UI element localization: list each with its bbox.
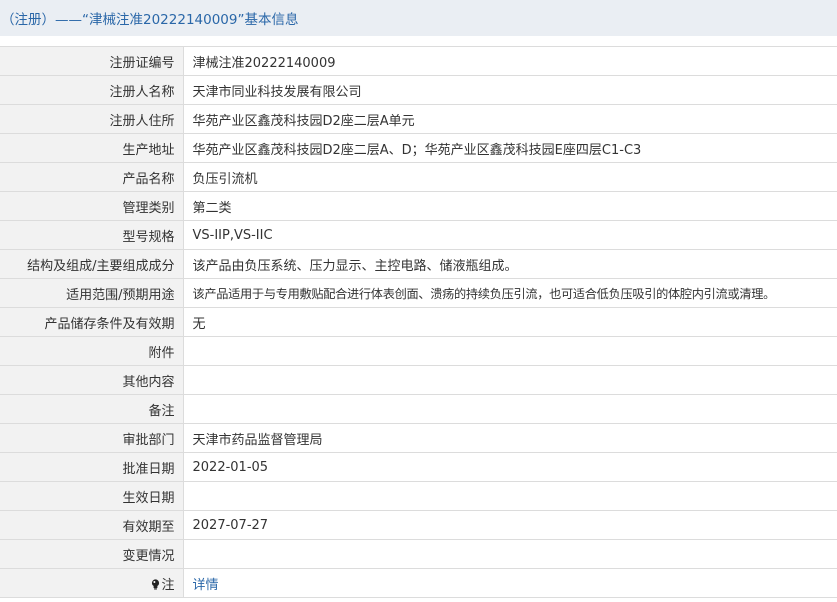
table-row: 注册人名称 天津市同业科技发展有限公司 bbox=[0, 75, 837, 105]
table-row: 生效日期 bbox=[0, 481, 837, 511]
row-label: 其他内容 bbox=[0, 365, 184, 395]
row-value bbox=[183, 539, 837, 569]
details-link[interactable]: 详情 bbox=[193, 578, 219, 593]
note-row: 注 详情 bbox=[0, 568, 837, 598]
row-value: 该产品适用于与专用敷贴配合进行体表创面、溃疡的持续负压引流，也可适合低负压吸引的… bbox=[183, 278, 837, 308]
table-row: 注册人住所 华苑产业区鑫茂科技园D2座二层A单元 bbox=[0, 104, 837, 134]
table-row: 备注 bbox=[0, 394, 837, 424]
row-value: 津械注准20222140009 bbox=[183, 46, 837, 76]
table-row: 附件 bbox=[0, 336, 837, 366]
row-label: 管理类别 bbox=[0, 191, 184, 221]
row-value: 2027-07-27 bbox=[183, 510, 837, 540]
table-row: 变更情况 bbox=[0, 539, 837, 569]
row-value: 无 bbox=[183, 307, 837, 337]
note-label-cell: 注 bbox=[0, 568, 184, 598]
row-label: 审批部门 bbox=[0, 423, 184, 453]
row-label: 注册人住所 bbox=[0, 104, 184, 134]
row-value: 第二类 bbox=[183, 191, 837, 221]
row-value: VS-IIP,VS-IIC bbox=[183, 220, 837, 250]
row-label: 附件 bbox=[0, 336, 184, 366]
row-label: 生效日期 bbox=[0, 481, 184, 511]
row-label: 注册证编号 bbox=[0, 46, 184, 76]
table-row: 批准日期 2022-01-05 bbox=[0, 452, 837, 482]
table-row: 型号规格 VS-IIP,VS-IIC bbox=[0, 220, 837, 250]
table-row: 产品名称 负压引流机 bbox=[0, 162, 837, 192]
row-label: 注册人名称 bbox=[0, 75, 184, 105]
row-value bbox=[183, 481, 837, 511]
row-label: 适用范围/预期用途 bbox=[0, 278, 184, 308]
row-value: 2022-01-05 bbox=[183, 452, 837, 482]
table-row: 注册证编号 津械注准20222140009 bbox=[0, 46, 837, 76]
table-row: 管理类别 第二类 bbox=[0, 191, 837, 221]
row-value: 负压引流机 bbox=[183, 162, 837, 192]
row-label: 型号规格 bbox=[0, 220, 184, 250]
row-label: 产品储存条件及有效期 bbox=[0, 307, 184, 337]
table-row: 审批部门 天津市药品监督管理局 bbox=[0, 423, 837, 453]
row-value: 天津市同业科技发展有限公司 bbox=[183, 75, 837, 105]
row-value: 华苑产业区鑫茂科技园D2座二层A单元 bbox=[183, 104, 837, 134]
row-value: 该产品由负压系统、压力显示、主控电路、储液瓶组成。 bbox=[183, 249, 837, 279]
row-value bbox=[183, 336, 837, 366]
row-label: 结构及组成/主要组成成分 bbox=[0, 249, 184, 279]
row-value bbox=[183, 365, 837, 395]
info-table: 注册证编号 津械注准20222140009 注册人名称 天津市同业科技发展有限公… bbox=[0, 46, 837, 598]
table-row: 有效期至 2027-07-27 bbox=[0, 510, 837, 540]
note-label: 注 bbox=[161, 577, 175, 593]
row-value: 天津市药品监督管理局 bbox=[183, 423, 837, 453]
row-label: 有效期至 bbox=[0, 510, 184, 540]
row-label: 生产地址 bbox=[0, 133, 184, 163]
note-value-cell: 详情 bbox=[183, 568, 837, 598]
table-row: 生产地址 华苑产业区鑫茂科技园D2座二层A、D；华苑产业区鑫茂科技园E座四层C1… bbox=[0, 133, 837, 163]
table-row: 结构及组成/主要组成成分 该产品由负压系统、压力显示、主控电路、储液瓶组成。 bbox=[0, 249, 837, 279]
table-row: 产品储存条件及有效期 无 bbox=[0, 307, 837, 337]
table-row: 适用范围/预期用途 该产品适用于与专用敷贴配合进行体表创面、溃疡的持续负压引流，… bbox=[0, 278, 837, 308]
row-label: 批准日期 bbox=[0, 452, 184, 482]
row-value: 华苑产业区鑫茂科技园D2座二层A、D；华苑产业区鑫茂科技园E座四层C1-C3 bbox=[183, 133, 837, 163]
page-title: （注册）——“津械注准20222140009”基本信息 bbox=[1, 12, 299, 28]
row-label: 产品名称 bbox=[0, 162, 184, 192]
page-header: （注册）——“津械注准20222140009”基本信息 bbox=[0, 0, 837, 36]
header-gap bbox=[0, 36, 837, 46]
lightbulb-icon bbox=[151, 578, 160, 590]
table-row: 其他内容 bbox=[0, 365, 837, 395]
row-label: 变更情况 bbox=[0, 539, 184, 569]
row-label: 备注 bbox=[0, 394, 184, 424]
row-value bbox=[183, 394, 837, 424]
